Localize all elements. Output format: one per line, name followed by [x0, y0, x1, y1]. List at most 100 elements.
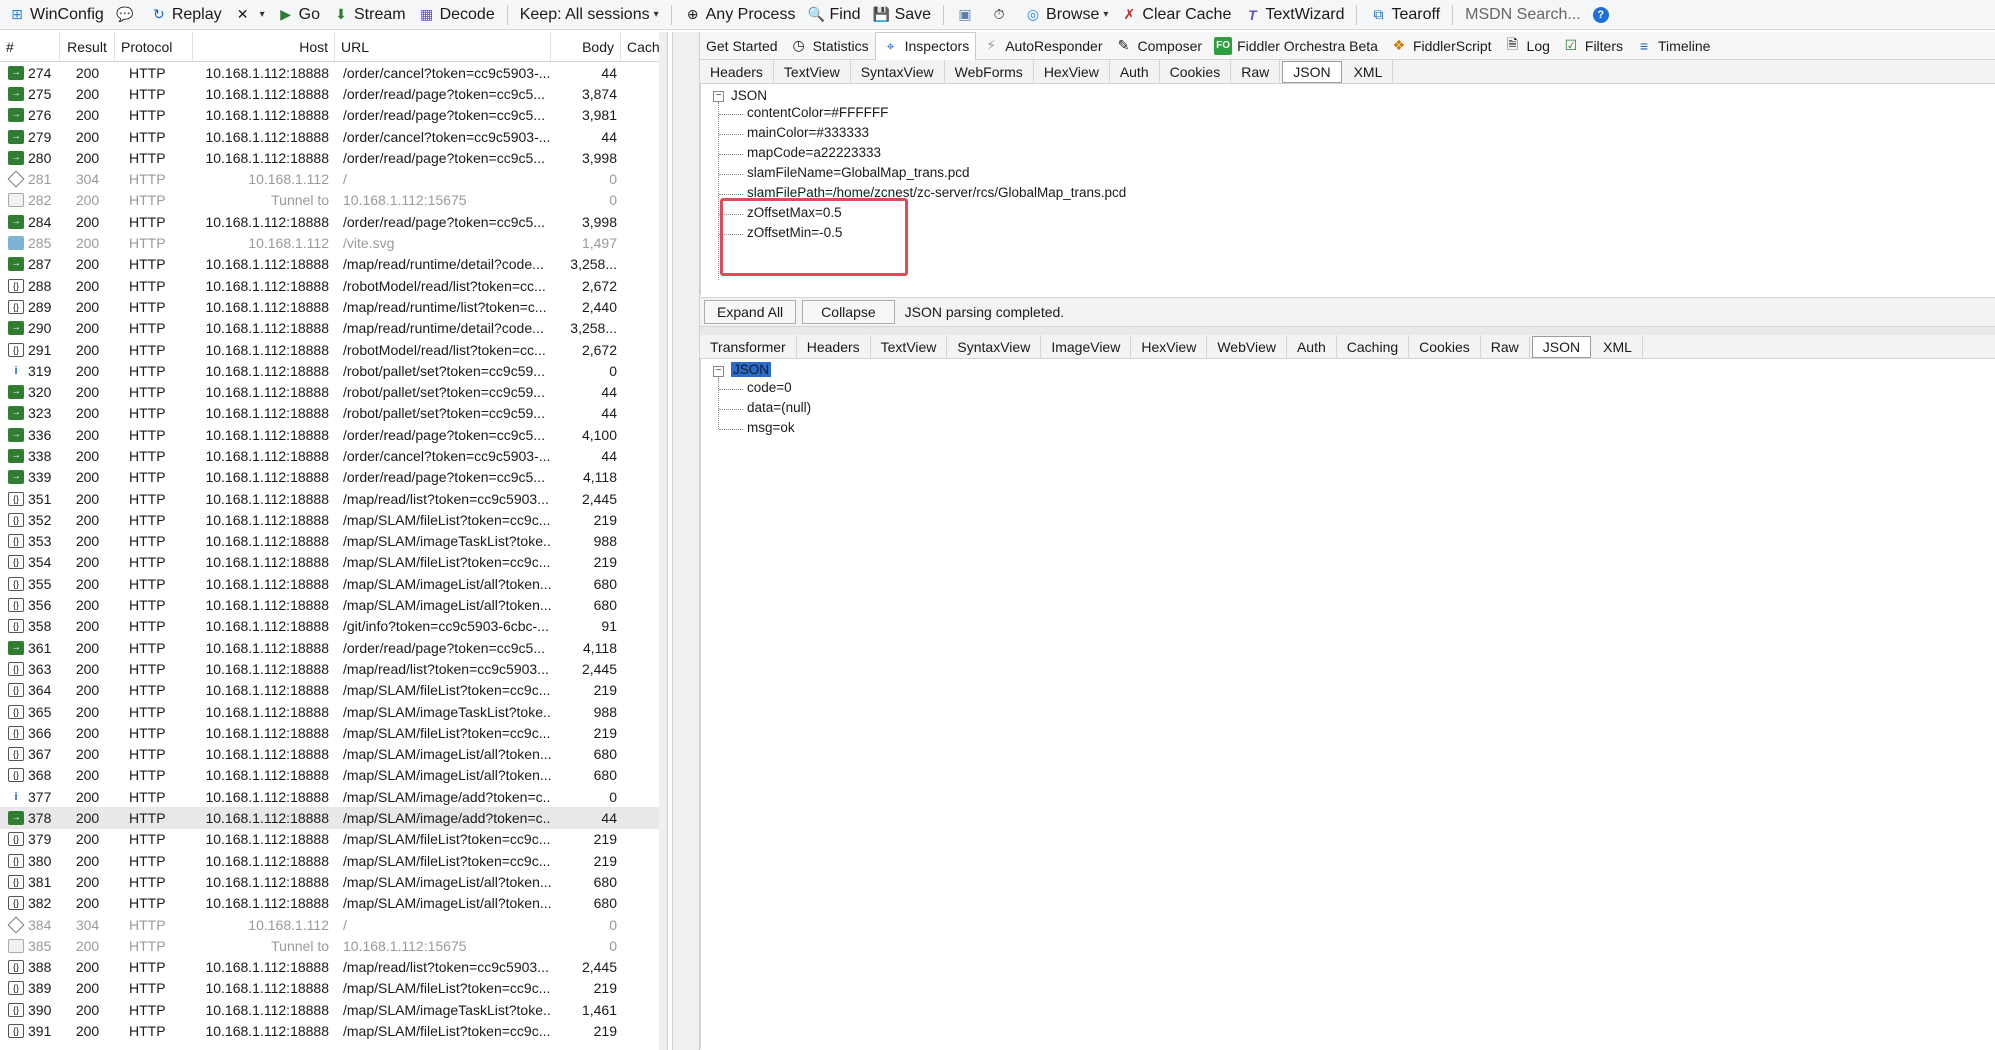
table-row[interactable]: → 290 200 HTTP 10.168.1.112:18888/map/read/r…	[0, 318, 667, 339]
tab-textview[interactable]: TextView	[774, 59, 851, 84]
table-row[interactable]: {} 382 200 HTTP 10.168.1.112:18888/map/SLAM/…	[0, 893, 667, 914]
table-row[interactable]: {} 289 200 HTTP 10.168.1.112:18888/map/read/…	[0, 296, 667, 317]
table-row[interactable]: {} 288 200 HTTP 10.168.1.112:18888/robotMode…	[0, 275, 667, 296]
tab-autoresponder[interactable]: ⚡ AutoResponder	[976, 32, 1108, 60]
table-row[interactable]: {} 355 200 HTTP 10.168.1.112:18888/map/SLAM/…	[0, 573, 667, 594]
tab-headers[interactable]: Headers	[797, 334, 871, 359]
tab-xml[interactable]: XML	[1593, 334, 1643, 359]
json-tree-node[interactable]: data=(null)	[747, 400, 811, 415]
keep-sessions-dropdown[interactable]: Keep: All sessions ▾	[514, 2, 665, 28]
clear-cache-button[interactable]: ✗ Clear Cache	[1114, 2, 1237, 28]
collapse-toggle-icon[interactable]: −	[713, 91, 724, 102]
tab-raw[interactable]: Raw	[1481, 334, 1530, 359]
tab-syntaxview[interactable]: SyntaxView	[851, 59, 945, 84]
tab-timeline[interactable]: ≡ Timeline	[1629, 32, 1716, 60]
tab-auth[interactable]: Auth	[1287, 334, 1337, 359]
expand-all-button[interactable]: Expand All	[704, 300, 797, 324]
table-row[interactable]: {} 388 200 HTTP 10.168.1.112:18888/map/read/…	[0, 956, 667, 977]
table-row[interactable]: i 377 200 HTTP 10.168.1.112:18888/map/SLAM/i…	[0, 786, 667, 807]
table-row[interactable]: i 319 200 HTTP 10.168.1.112:18888/robot/pall…	[0, 360, 667, 381]
tab-filters[interactable]: ☑ Filters	[1556, 32, 1629, 60]
save-button[interactable]: 💾 Save	[867, 2, 937, 28]
table-row[interactable]: {} 391 200 HTTP 10.168.1.112:18888/map/SLAM/…	[0, 1020, 667, 1041]
table-row[interactable]: → 339 200 HTTP 10.168.1.112:18888/order/read…	[0, 467, 667, 488]
remove-button[interactable]: ✕ ▾	[228, 2, 271, 28]
timer-button[interactable]: ⏱	[984, 2, 1018, 28]
tab-composer[interactable]: ✎ Composer	[1109, 32, 1209, 60]
json-tree-node[interactable]: msg=ok	[747, 420, 795, 435]
table-row[interactable]: 385 200 HTTP Tunnel to 10.168.1.112:15675 0	[0, 935, 667, 956]
table-row[interactable]: {} 380 200 HTTP 10.168.1.112:18888/map/SLAM/…	[0, 850, 667, 871]
table-row[interactable]: {} 365 200 HTTP 10.168.1.112:18888/map/SLAM/…	[0, 701, 667, 722]
tab-statistics[interactable]: ◷ Statistics	[784, 32, 875, 60]
stream-button[interactable]: ⬇ Stream	[326, 2, 412, 28]
table-row[interactable]: 285 200 HTTP 10.168.1.112/vite.svg 1,497	[0, 232, 667, 253]
table-row[interactable]: → 279 200 HTTP 10.168.1.112:18888/order/canc…	[0, 126, 667, 147]
table-row[interactable]: → 287 200 HTTP 10.168.1.112:18888/map/read/r…	[0, 254, 667, 275]
table-row[interactable]: {} 364 200 HTTP 10.168.1.112:18888/map/SLAM/…	[0, 680, 667, 701]
table-row[interactable]: 281 304 HTTP 10.168.1.112 / 0	[0, 168, 667, 189]
table-row[interactable]: → 284 200 HTTP 10.168.1.112:18888/order/read…	[0, 211, 667, 232]
table-row[interactable]: {} 291 200 HTTP 10.168.1.112:18888/robotMode…	[0, 339, 667, 360]
tab-textview[interactable]: TextView	[871, 334, 948, 359]
column-header-number[interactable]: #	[0, 32, 60, 62]
winconfig-button[interactable]: ⊞ WinConfig	[2, 2, 110, 28]
json-tree-node[interactable]: code=0	[747, 380, 792, 395]
table-row[interactable]: → 323 200 HTTP 10.168.1.112:18888/robot/pall…	[0, 403, 667, 424]
tab-imageview[interactable]: ImageView	[1041, 334, 1132, 359]
tab-auth[interactable]: Auth	[1110, 59, 1160, 84]
help-button[interactable]: ?	[1587, 2, 1619, 28]
go-button[interactable]: ▶ Go	[271, 2, 326, 28]
table-row[interactable]: {} 354 200 HTTP 10.168.1.112:18888/map/SLAM/…	[0, 552, 667, 573]
tab-webforms[interactable]: WebForms	[945, 59, 1034, 84]
tab-caching[interactable]: Caching	[1337, 334, 1410, 359]
collapse-toggle-icon[interactable]: −	[713, 366, 724, 377]
tab-cookies[interactable]: Cookies	[1409, 334, 1481, 359]
tab-inspectors[interactable]: ⌖ Inspectors	[874, 31, 977, 60]
tab-json[interactable]: JSON	[1282, 60, 1342, 83]
column-header-body[interactable]: Body	[551, 32, 621, 62]
column-header-url[interactable]: URL	[335, 32, 551, 62]
msdn-search-input[interactable]: MSDN Search...	[1459, 2, 1587, 28]
table-row[interactable]: → 280 200 HTTP 10.168.1.112:18888/order/read…	[0, 147, 667, 168]
tab-fiddler-orchestra[interactable]: FO Fiddler Orchestra Beta	[1208, 32, 1384, 60]
browse-button[interactable]: ◎ Browse ▾	[1018, 2, 1114, 28]
any-process-button[interactable]: ⊕ Any Process	[678, 2, 802, 28]
table-row[interactable]: {} 389 200 HTTP 10.168.1.112:18888/map/SLAM/…	[0, 978, 667, 999]
table-row[interactable]: → 336 200 HTTP 10.168.1.112:18888/order/read…	[0, 424, 667, 445]
table-row[interactable]: {} 353 200 HTTP 10.168.1.112:18888/map/SLAM/…	[0, 531, 667, 552]
vertical-splitter[interactable]	[672, 32, 700, 1050]
table-row[interactable]: → 320 200 HTTP 10.168.1.112:18888/robot/pall…	[0, 381, 667, 402]
tab-transformer[interactable]: Transformer	[700, 334, 797, 359]
tab-json[interactable]: JSON	[1531, 335, 1592, 358]
tearoff-button[interactable]: ⧉ Tearoff	[1363, 2, 1446, 28]
table-row[interactable]: {} 367 200 HTTP 10.168.1.112:18888/map/SLAM/…	[0, 744, 667, 765]
table-row[interactable]: 384 304 HTTP 10.168.1.112 / 0	[0, 914, 667, 935]
table-row[interactable]: {} 351 200 HTTP 10.168.1.112:18888/map/read/…	[0, 488, 667, 509]
json-tree-node[interactable]: contentColor=#FFFFFF	[747, 105, 888, 120]
column-header-protocol[interactable]: Protocol	[115, 32, 193, 62]
collapse-button[interactable]: Collapse	[802, 300, 895, 324]
table-row[interactable]: → 274 200 HTTP 10.168.1.112:18888/order/canc…	[0, 62, 667, 83]
session-list-scrollbar[interactable]	[659, 32, 667, 1050]
table-row[interactable]: {} 356 200 HTTP 10.168.1.112:18888/map/SLAM/…	[0, 594, 667, 615]
json-tree-node[interactable]: slamFileName=GlobalMap_trans.pcd	[747, 165, 969, 180]
column-header-result[interactable]: Result	[60, 32, 115, 62]
tab-webview[interactable]: WebView	[1207, 334, 1287, 359]
table-row[interactable]: → 275 200 HTTP 10.168.1.112:18888/order/read…	[0, 83, 667, 104]
json-root-node[interactable]: JSON	[731, 88, 767, 103]
table-row[interactable]: → 276 200 HTTP 10.168.1.112:18888/order/read…	[0, 105, 667, 126]
tab-headers[interactable]: Headers	[700, 59, 774, 84]
table-row[interactable]: {} 366 200 HTTP 10.168.1.112:18888/map/SLAM/…	[0, 722, 667, 743]
comment-button[interactable]: 💬	[110, 2, 144, 28]
tab-cookies[interactable]: Cookies	[1160, 59, 1232, 84]
table-row[interactable]: {} 363 200 HTTP 10.168.1.112:18888/map/read/…	[0, 658, 667, 679]
json-tree-node[interactable]: mapCode=a22223333	[747, 145, 881, 160]
screenshot-button[interactable]: ▣	[950, 2, 984, 28]
tab-hexview[interactable]: HexView	[1131, 334, 1208, 359]
decode-button[interactable]: ▦ Decode	[412, 2, 501, 28]
textwizard-button[interactable]: T TextWizard	[1237, 2, 1350, 28]
tab-log[interactable]: 🗎 Log	[1498, 32, 1556, 60]
tab-raw[interactable]: Raw	[1231, 59, 1281, 84]
table-row[interactable]: 282 200 HTTP Tunnel to 10.168.1.112:15675 0	[0, 190, 667, 211]
